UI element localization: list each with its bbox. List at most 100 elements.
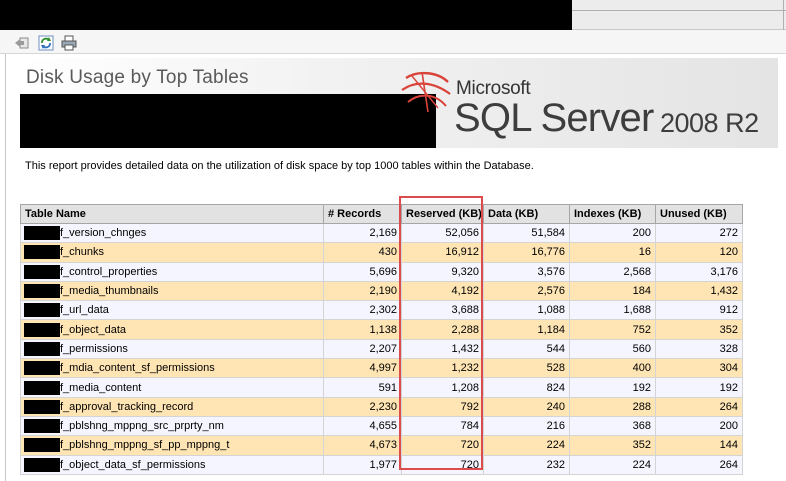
redacted-table-prefix xyxy=(24,380,60,395)
records-cell: 4,673 xyxy=(323,435,402,456)
back-button[interactable] xyxy=(13,34,29,50)
title-bar-edge xyxy=(783,0,784,30)
unused-cell: 328 xyxy=(655,338,743,360)
reserved-cell: 720 xyxy=(401,435,484,456)
reserved-cell: 2,288 xyxy=(401,319,484,340)
print-button[interactable] xyxy=(60,34,77,51)
table-row: f_pblshng_mppng_sf_pp_mppng_t 4,673 720 224… xyxy=(20,435,743,456)
table-name-cell: f_pblshng_mppng_src_prprty_nm xyxy=(20,415,324,437)
table-row: f_mdia_content_sf_permissions 4,997 1,232 5… xyxy=(20,358,743,379)
col-header-data[interactable]: Data (KB) xyxy=(483,204,570,224)
table-name-text: f_object_data xyxy=(60,323,127,336)
reserved-cell: 720 xyxy=(401,454,484,475)
unused-cell: 912 xyxy=(655,300,743,321)
redacted-table-prefix xyxy=(24,245,60,260)
indexes-cell: 2,568 xyxy=(569,261,656,282)
table-name-text: f_permissions xyxy=(60,342,128,355)
reserved-cell: 9,320 xyxy=(401,261,484,282)
window-title-bar xyxy=(0,0,786,30)
unused-cell: 200 xyxy=(655,415,743,437)
table-name-cell: f_pblshng_mppng_sf_pp_mppng_t xyxy=(20,435,324,456)
table-name-cell: f_url_data xyxy=(20,300,324,321)
table-header-row: Table Name # Records Reserved (KB) Data … xyxy=(20,204,743,224)
data-cell: 3,576 xyxy=(483,261,570,282)
table-row: f_object_data_sf_permissions 1,977 720 232 2… xyxy=(20,454,743,475)
table-name-cell: f_chunks xyxy=(20,242,324,263)
back-icon xyxy=(15,37,29,49)
report-toolbar xyxy=(0,30,786,54)
refresh-button[interactable] xyxy=(37,34,54,51)
reserved-cell: 16,912 xyxy=(401,242,484,263)
table-name-text: f_media_thumbnails xyxy=(60,284,159,297)
table-name-text: f_control_properties xyxy=(60,265,158,278)
data-cell: 224 xyxy=(483,435,570,456)
table-name-text: f_object_data_sf_permissions xyxy=(60,458,206,471)
records-cell: 2,190 xyxy=(323,280,402,302)
reserved-cell: 1,232 xyxy=(401,358,484,379)
data-cell: 824 xyxy=(483,377,570,398)
indexes-cell: 16 xyxy=(569,242,656,263)
table-name-cell: f_media_content xyxy=(20,377,324,398)
records-cell: 5,696 xyxy=(323,261,402,282)
data-cell: 240 xyxy=(483,396,570,417)
table-name-cell: f_control_properties xyxy=(20,261,324,282)
data-cell: 544 xyxy=(483,338,570,360)
unused-cell: 120 xyxy=(655,242,743,263)
redacted-table-prefix xyxy=(24,419,60,434)
col-header-records[interactable]: # Records xyxy=(323,204,402,224)
redacted-table-prefix xyxy=(24,399,60,414)
table-name-text: f_url_data xyxy=(60,304,109,317)
table-name-cell: f_mdia_content_sf_permissions xyxy=(20,358,324,379)
table-row: f_permissions 2,207 1,432 544 560 328 xyxy=(20,338,743,360)
unused-cell: 144 xyxy=(655,435,743,456)
records-cell: 2,169 xyxy=(323,222,402,244)
unused-cell: 304 xyxy=(655,358,743,379)
table-row: f_approval_tracking_record 2,230 792 240 288… xyxy=(20,396,743,417)
redacted-table-prefix xyxy=(24,226,60,241)
col-header-unused[interactable]: Unused (KB) xyxy=(655,204,743,224)
unused-cell: 352 xyxy=(655,319,743,340)
redacted-title-area xyxy=(0,0,572,30)
redacted-table-prefix xyxy=(24,303,60,318)
table-row: f_chunks 430 16,912 16,776 16 120 xyxy=(20,242,743,263)
data-cell: 51,584 xyxy=(483,222,570,244)
data-cell: 1,088 xyxy=(483,300,570,321)
records-cell: 591 xyxy=(323,377,402,398)
data-cell: 2,576 xyxy=(483,280,570,302)
records-cell: 430 xyxy=(323,242,402,263)
table-name-cell: f_approval_tracking_record xyxy=(20,396,324,417)
print-icon xyxy=(61,35,77,51)
col-header-reserved[interactable]: Reserved (KB) xyxy=(401,204,484,224)
reserved-cell: 1,208 xyxy=(401,377,484,398)
indexes-cell: 288 xyxy=(569,396,656,417)
table-row: f_media_content 591 1,208 824 192 192 xyxy=(20,377,743,398)
table-name-text: f_media_content xyxy=(60,381,142,394)
unused-cell: 1,432 xyxy=(655,280,743,302)
table-row: f_media_thumbnails 2,190 4,192 2,576 184 1,43… xyxy=(20,280,743,302)
col-header-table-name[interactable]: Table Name xyxy=(20,204,324,224)
reserved-cell: 784 xyxy=(401,415,484,437)
col-header-indexes[interactable]: Indexes (KB) xyxy=(569,204,656,224)
reserved-cell: 4,192 xyxy=(401,280,484,302)
redacted-table-prefix xyxy=(24,284,60,299)
indexes-cell: 184 xyxy=(569,280,656,302)
table-name-cell: f_version_chnges xyxy=(20,222,324,244)
indexes-cell: 400 xyxy=(569,358,656,379)
redacted-table-prefix xyxy=(24,457,60,472)
data-cell: 232 xyxy=(483,454,570,475)
report-header: Disk Usage by Top Tables Microsoft SQL S… xyxy=(20,58,778,148)
indexes-cell: 752 xyxy=(569,319,656,340)
refresh-icon xyxy=(38,35,54,51)
disk-usage-table: Table Name # Records Reserved (KB) Data … xyxy=(20,204,743,475)
table-name-cell: f_object_data xyxy=(20,319,324,340)
indexes-cell: 200 xyxy=(569,222,656,244)
sql-server-logo: Microsoft SQL Server 2008 R2 xyxy=(398,68,778,148)
logo-version: 2008 R2 xyxy=(660,108,759,138)
report-description: This report provides detailed data on th… xyxy=(25,160,534,172)
indexes-cell: 1,688 xyxy=(569,300,656,321)
logo-product: SQL Server xyxy=(454,96,654,140)
records-cell: 4,997 xyxy=(323,358,402,379)
table-row: f_version_chnges 2,169 52,056 51,584 200 272 xyxy=(20,222,743,244)
redacted-table-prefix xyxy=(24,341,60,356)
data-cell: 1,184 xyxy=(483,319,570,340)
